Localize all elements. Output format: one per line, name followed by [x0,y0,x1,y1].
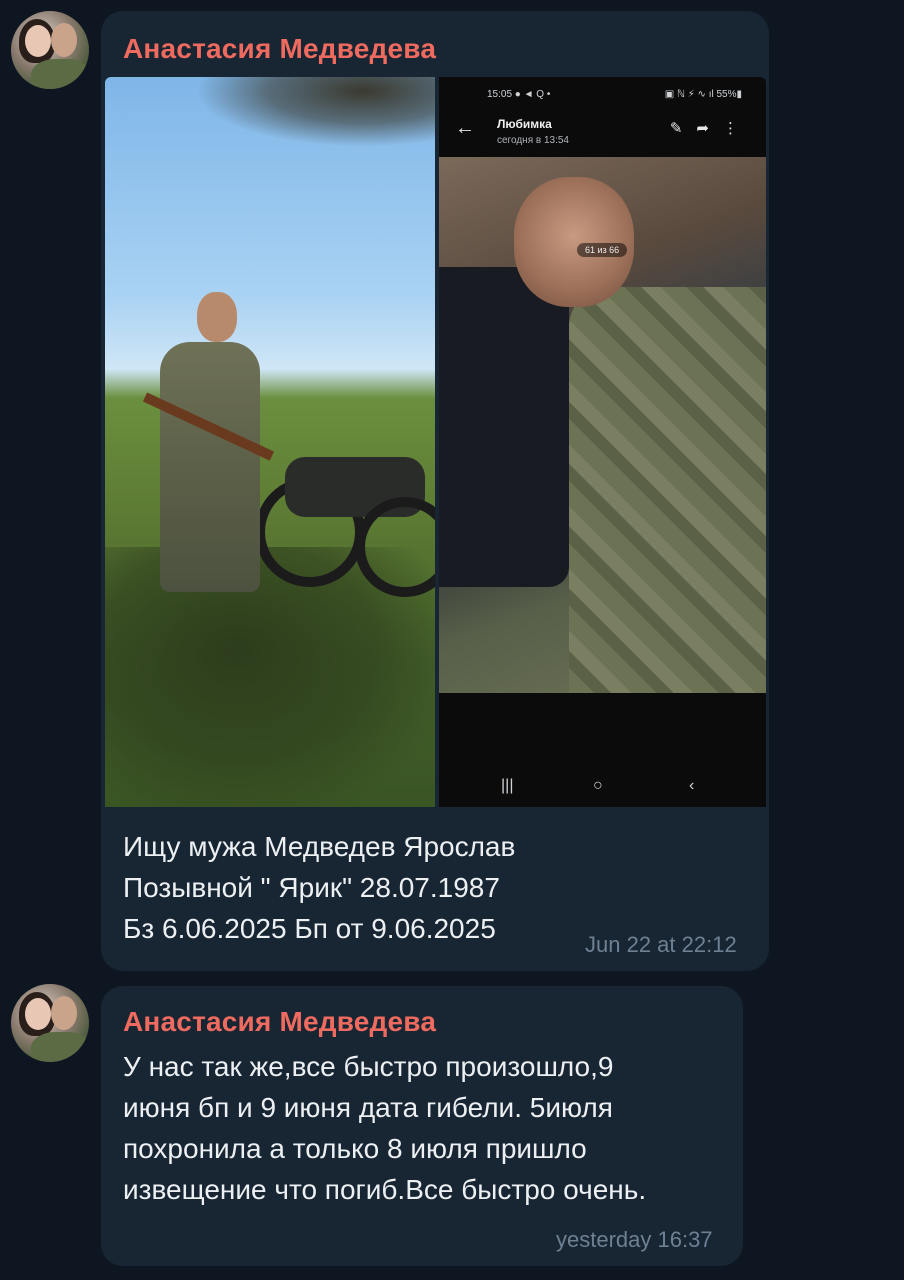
message-timestamp: Jun 22 at 22:12 [585,932,737,957]
back-icon: ‹ [689,777,695,794]
phone-status-left: 15:05 ● ◄ Q • [487,89,551,100]
phone-chat-title: Любимка [497,117,552,131]
soldier-figure [160,342,260,592]
avatar-person-face [25,998,51,1030]
message-bubble[interactable]: Анастасия Медведева У нас так же,все быс… [101,986,743,1266]
phone-photo-face [514,177,634,307]
tree-branches [195,77,435,147]
message-bubble[interactable]: Анастасия Медведева 15:05 ● ◄ Q • ▣ ℕ ⚡ … [101,11,769,971]
phone-photo-person-dark [439,267,569,587]
avatar-person-face [51,23,77,57]
phone-chat-subtitle: сегодня в 13:54 [497,135,569,146]
phone-photo: 61 из 66 [439,157,766,693]
pencil-icon: ✎ [669,120,697,137]
recent-apps-icon: ||| [501,777,514,794]
phone-photo-camo-shirt [569,287,766,693]
sender-name[interactable]: Анастасия Медведева [123,33,436,65]
message-text: У нас так же,все быстро произошло,9 июня… [123,1051,647,1205]
avatar-person-face [51,996,77,1030]
phone-image-counter: 61 из 66 [577,243,628,257]
phone-status-bar: 15:05 ● ◄ Q • ▣ ℕ ⚡ ∿ ıl 55%▮ [439,77,766,107]
avatar-person-body [31,59,89,89]
photo-phone-screenshot[interactable]: 15:05 ● ◄ Q • ▣ ℕ ⚡ ∿ ıl 55%▮ ← Любимка … [439,77,766,807]
arrow-left-icon: ← [455,117,475,139]
more-icon: ⋮ [723,120,752,137]
phone-chat-header: ← Любимка сегодня в 13:54 ✎➦⋮ [439,107,766,157]
sender-avatar[interactable] [11,984,89,1062]
avatar-person-face [25,25,51,57]
phone-nav-bar: ||| ○ ‹ [439,767,766,807]
soldier-head [197,292,237,342]
photo-soldier-with-motorcycle[interactable] [105,77,435,807]
phone-status-right: ▣ ℕ ⚡ ∿ ıl 55%▮ [664,89,742,100]
home-icon: ○ [593,777,603,794]
message-timestamp: yesterday 16:37 [556,1227,713,1252]
phone-header-icons: ✎➦⋮ [670,119,752,137]
motorcycle [255,407,435,597]
avatar-person-body [31,1032,89,1062]
share-icon: ➦ [696,120,723,137]
sender-name[interactable]: Анастасия Медведева [123,1006,436,1038]
message-text: Ищу мужа Медведев Ярослав Позывной " Яри… [123,831,516,944]
sender-avatar[interactable] [11,11,89,89]
